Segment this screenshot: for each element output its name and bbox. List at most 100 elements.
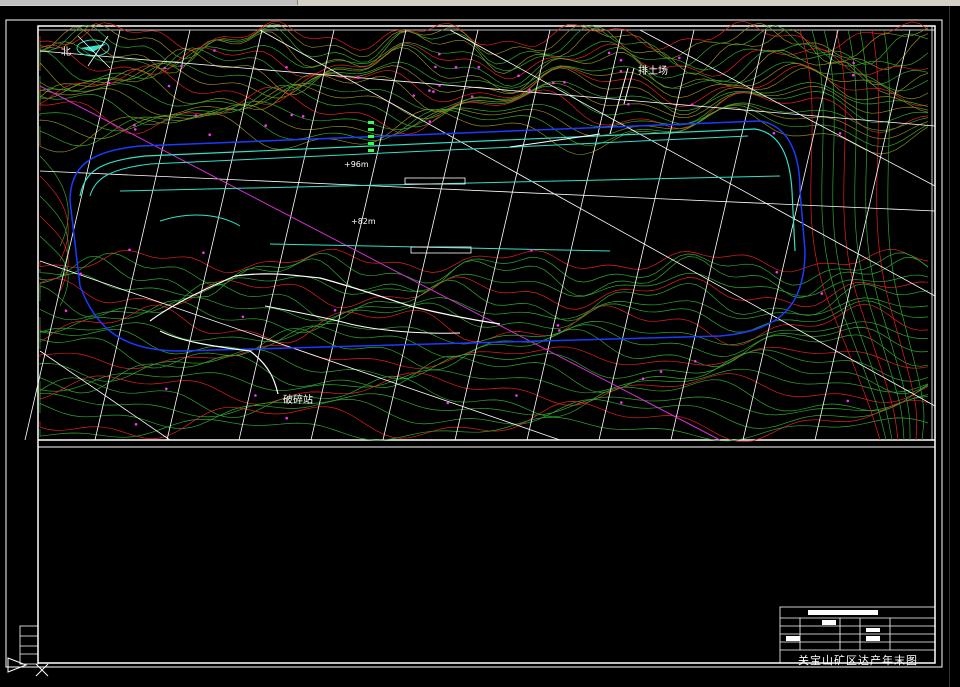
survey-point [627, 102, 630, 106]
elevation-label-upper: +96m [344, 160, 369, 169]
revision-stamp [19, 625, 39, 665]
survey-point [641, 377, 645, 381]
soil-yard-leader-2 [623, 67, 635, 105]
survey-point [775, 270, 779, 274]
contour-line [39, 67, 929, 115]
survey-point [213, 49, 216, 52]
survey-point [838, 132, 842, 135]
contour-line [39, 85, 929, 128]
grid-line-vertical [526, 29, 623, 441]
survey-point [477, 65, 481, 69]
survey-point [619, 70, 623, 73]
bench-line-2 [89, 135, 749, 197]
survey-point [851, 73, 855, 77]
survey-point [556, 324, 560, 327]
grid-line-vertical [94, 29, 191, 441]
drawing-title: 关宝山矿区达产年末图 [798, 654, 918, 667]
bench-line-5 [159, 214, 241, 227]
survey-point [241, 315, 245, 319]
soil-yard-label: 排土场 [638, 66, 668, 77]
contour-line [39, 26, 929, 75]
survey-point [412, 94, 416, 97]
survey-point [285, 416, 289, 420]
survey-point [558, 329, 561, 332]
survey-point [515, 394, 518, 397]
survey-point [607, 51, 611, 55]
contour-line [39, 399, 929, 443]
contour-line [883, 29, 925, 441]
cad-drawing-canvas[interactable]: 北 排土场 破碎站 +96m +82m 关宝山矿区达产年末图 [0, 6, 950, 687]
survey-point [202, 251, 205, 254]
survey-point [133, 123, 136, 127]
survey-point [438, 84, 441, 87]
survey-point [254, 394, 257, 397]
topographic-contours [39, 20, 929, 443]
survey-point [432, 90, 435, 93]
survey-point [167, 84, 171, 88]
elevation-label-lower: +82m [351, 217, 376, 226]
survey-point [694, 360, 697, 363]
survey-point [128, 248, 131, 252]
grid-line-vertical [382, 29, 479, 441]
survey-point [290, 113, 294, 117]
survey-point [772, 131, 776, 135]
grid-line-vertical [166, 29, 263, 441]
survey-point [79, 272, 82, 276]
survey-point [530, 249, 533, 252]
survey-point [428, 89, 431, 92]
toolbar-segment[interactable] [0, 0, 298, 5]
survey-point [333, 309, 337, 312]
survey-point [446, 401, 450, 405]
crusher-road-lower [159, 330, 279, 395]
survey-point [438, 52, 441, 56]
contour-line [39, 155, 69, 247]
crushing-station-label: 破碎站 [283, 395, 313, 406]
survey-point [659, 370, 663, 373]
contour-line [39, 255, 929, 299]
contour-line [39, 324, 929, 358]
survey-point [691, 103, 694, 107]
survey-point [678, 56, 681, 60]
survey-point [852, 61, 855, 65]
survey-point [264, 124, 268, 127]
survey-point [107, 81, 111, 85]
survey-point [357, 76, 360, 79]
survey-point [134, 423, 138, 426]
survey-point [517, 74, 520, 77]
survey-point [208, 133, 211, 136]
contour-line [39, 103, 929, 140]
bench-line-1 [79, 128, 796, 252]
survey-point [134, 128, 137, 131]
vertical-scrollbar[interactable] [949, 6, 960, 687]
contour-line [39, 344, 929, 369]
survey-point [470, 95, 474, 98]
north-label: 北 [61, 47, 71, 58]
survey-point [64, 309, 68, 313]
survey-point [165, 387, 168, 391]
survey-point [563, 80, 566, 84]
contour-line [39, 416, 929, 442]
survey-point [552, 81, 555, 85]
grid-line-diagonal [39, 260, 561, 441]
survey-point [454, 65, 458, 69]
survey-point [820, 292, 824, 295]
contour-line [39, 248, 929, 273]
survey-point [620, 401, 623, 404]
grid-line-vertical [670, 29, 767, 441]
survey-point [194, 114, 198, 117]
survey-point [285, 66, 288, 69]
bench-line-4 [269, 243, 611, 252]
survey-point [163, 66, 166, 70]
bench-markers [368, 121, 374, 152]
contour-line [39, 303, 929, 347]
survey-point [428, 120, 432, 123]
contour-line [39, 175, 69, 262]
survey-point [619, 58, 623, 62]
north-arrow [76, 35, 111, 69]
survey-point [434, 65, 437, 69]
cad-drawing-svg [5, 19, 943, 677]
survey-point [528, 88, 531, 92]
grid-line-diagonal [449, 29, 936, 297]
survey-point [180, 64, 183, 68]
crusher-road-upper [149, 273, 501, 325]
